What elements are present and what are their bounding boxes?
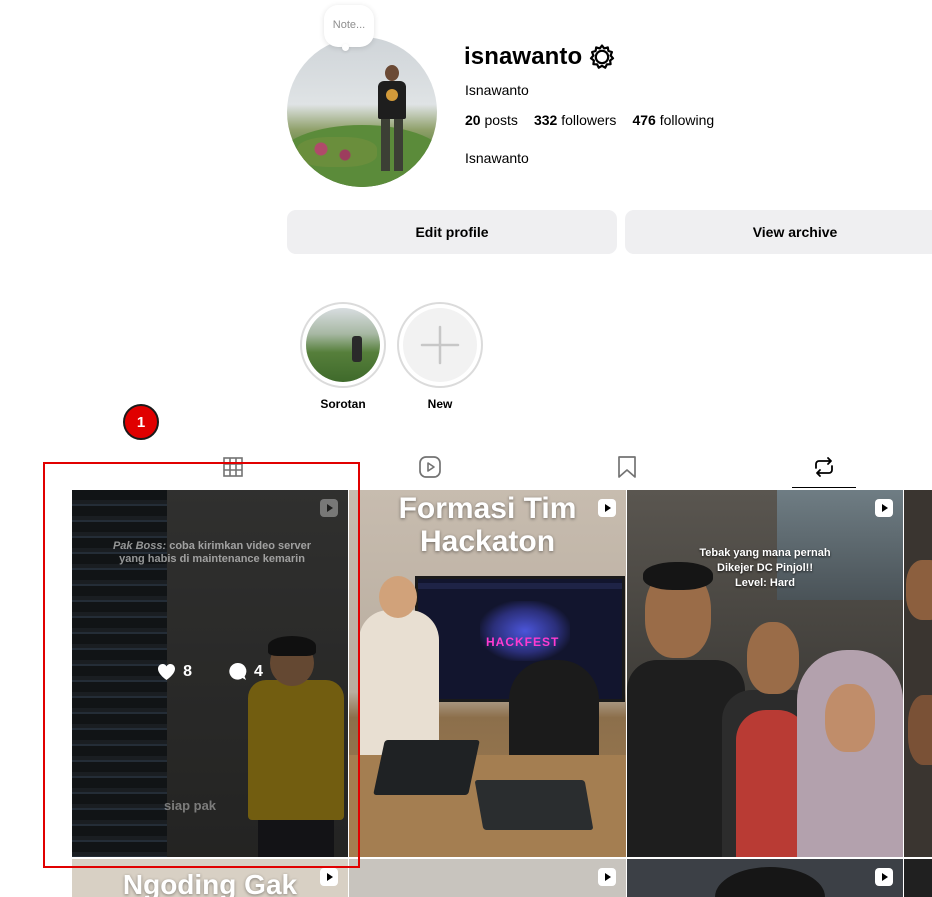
posts-stat[interactable]: 20 posts — [465, 112, 518, 128]
post-caption: Pak Boss: coba kirimkan video server yan… — [112, 540, 312, 565]
avatar-person — [375, 65, 409, 183]
plus-icon — [420, 325, 460, 365]
highlight-ring — [300, 302, 386, 388]
reel-indicator-icon — [875, 868, 893, 886]
bookmark-icon — [618, 456, 636, 478]
likes-stat: 8 — [157, 662, 192, 681]
profile-full-name: Isnawanto — [465, 82, 529, 98]
person-image — [908, 695, 932, 765]
post-title: Formasi Tim Hackaton — [398, 492, 577, 558]
post-tile-3[interactable]: Tebak yang mana pernah Dikejer DC Pinjol… — [627, 490, 903, 857]
post-tile-5[interactable]: Ngoding Gak — [72, 859, 348, 897]
following-stat[interactable]: 476 following — [632, 112, 714, 128]
note-bubble[interactable]: Note... — [324, 5, 374, 47]
reel-indicator-icon — [598, 868, 616, 886]
note-bubble-tail — [342, 44, 349, 51]
post-tile-1[interactable]: Pak Boss: coba kirimkan video server yan… — [72, 490, 348, 857]
gear-icon[interactable] — [589, 44, 615, 70]
person-image — [906, 560, 932, 620]
post-watermark: siap pak — [164, 798, 217, 813]
profile-avatar[interactable] — [287, 37, 437, 187]
tab-posts[interactable] — [218, 452, 248, 482]
post-engagement: 8 4 — [72, 662, 348, 681]
laptop-image — [474, 780, 594, 830]
comments-stat: 4 — [228, 662, 263, 681]
note-placeholder: Note... — [332, 19, 366, 31]
comments-count: 4 — [254, 662, 263, 680]
highlight-ring — [397, 302, 483, 388]
screen-text: HACKFEST — [486, 635, 560, 649]
person-image — [715, 867, 825, 897]
followers-stat[interactable]: 332 followers — [534, 112, 617, 128]
tab-reposts[interactable] — [809, 452, 839, 482]
highlight-cover — [306, 308, 380, 382]
post-title: Ngoding Gak — [122, 869, 298, 897]
post-tile-7[interactable] — [627, 859, 903, 897]
highlight-sorotan[interactable]: Sorotan — [300, 302, 386, 411]
profile-username: isnawanto — [464, 43, 583, 70]
laptop-image — [373, 740, 480, 795]
reel-indicator-icon — [320, 868, 338, 886]
tab-saved[interactable] — [612, 452, 642, 482]
reel-indicator-icon — [598, 499, 616, 517]
post-caption: Tebak yang mana pernah Dikejer DC Pinjol… — [699, 547, 831, 589]
active-tab-indicator — [792, 487, 856, 488]
repost-icon — [815, 457, 833, 477]
person-image — [797, 650, 903, 857]
comment-icon — [229, 662, 247, 680]
reels-icon — [419, 456, 441, 478]
post-tile-4[interactable] — [904, 490, 932, 857]
profile-stats: 20 posts 332 followers 476 following — [465, 112, 714, 128]
reel-indicator-icon — [875, 499, 893, 517]
view-archive-button[interactable]: View archive — [625, 210, 932, 254]
annotation-badge: 1 — [123, 404, 159, 440]
avatar-flowers — [297, 137, 377, 167]
likes-count: 8 — [183, 662, 192, 680]
highlight-new[interactable]: New — [397, 302, 483, 411]
highlight-label: Sorotan — [320, 397, 366, 411]
tab-reels[interactable] — [415, 452, 445, 482]
post-tile-6[interactable] — [349, 859, 626, 897]
post-tile-2[interactable]: HACKFEST Formasi Tim Hackaton — [349, 490, 626, 857]
reel-indicator-icon — [320, 499, 338, 517]
highlight-label: New — [427, 397, 453, 411]
edit-profile-button[interactable]: Edit profile — [287, 210, 617, 254]
grid-icon — [223, 457, 243, 477]
post-tile-8[interactable] — [904, 859, 932, 897]
heart-icon — [158, 663, 176, 680]
profile-bio: Isnawanto — [465, 150, 529, 166]
